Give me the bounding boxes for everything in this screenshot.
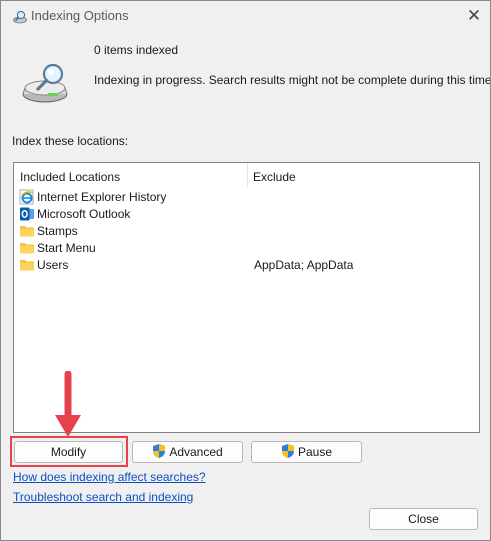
list-item[interactable]: Start Menu xyxy=(19,240,474,257)
title-bar[interactable]: Indexing Options ✕ xyxy=(1,1,490,32)
indexing-options-window: Indexing Options ✕ 0 items indexed Index… xyxy=(0,0,491,541)
indexing-status-message: Indexing in progress. Search results mig… xyxy=(94,73,491,87)
location-exclude: AppData; AppData xyxy=(254,258,354,272)
exclude-header[interactable]: Exclude xyxy=(253,170,296,184)
advanced-button-label: Advanced xyxy=(169,445,223,459)
modify-highlight-annotation xyxy=(10,436,128,467)
indexing-options-app-icon xyxy=(13,10,27,24)
outlook-icon xyxy=(20,207,34,221)
close-button-label: Close xyxy=(408,512,439,526)
red-arrow-annotation-icon xyxy=(55,371,81,437)
column-divider[interactable] xyxy=(247,163,248,187)
location-name: Start Menu xyxy=(37,241,96,255)
how-indexing-affects-link[interactable]: How does indexing affect searches? xyxy=(13,470,206,484)
uac-shield-icon xyxy=(153,444,166,458)
internet-explorer-icon xyxy=(19,189,34,205)
folder-icon xyxy=(20,260,34,271)
uac-shield-icon xyxy=(281,444,294,458)
included-locations-header[interactable]: Included Locations xyxy=(20,170,120,184)
folder-icon xyxy=(20,243,34,254)
folder-icon xyxy=(20,226,34,237)
advanced-button[interactable]: Advanced xyxy=(132,441,243,463)
pause-button-label: Pause xyxy=(297,445,333,459)
pause-button[interactable]: Pause xyxy=(251,441,362,463)
locations-list[interactable]: Included Locations Exclude Internet Expl… xyxy=(13,162,480,433)
window-title: Indexing Options xyxy=(31,8,129,23)
location-name: Microsoft Outlook xyxy=(37,207,131,221)
troubleshoot-link[interactable]: Troubleshoot search and indexing xyxy=(13,490,193,504)
list-item[interactable]: Stamps xyxy=(19,223,474,240)
list-item[interactable]: Users AppData; AppData xyxy=(19,257,474,274)
window-close-button[interactable]: ✕ xyxy=(463,6,485,26)
items-indexed-count: 0 items indexed xyxy=(94,43,179,57)
index-locations-label: Index these locations: xyxy=(12,134,129,148)
location-name: Users xyxy=(37,258,69,272)
list-item[interactable]: Internet Explorer History xyxy=(19,189,474,206)
location-name: Internet Explorer History xyxy=(37,190,167,204)
close-button[interactable]: Close xyxy=(369,508,478,530)
location-name: Stamps xyxy=(37,224,78,238)
indexing-drive-magnifier-icon xyxy=(22,63,68,103)
list-item[interactable]: Microsoft Outlook xyxy=(19,206,474,223)
